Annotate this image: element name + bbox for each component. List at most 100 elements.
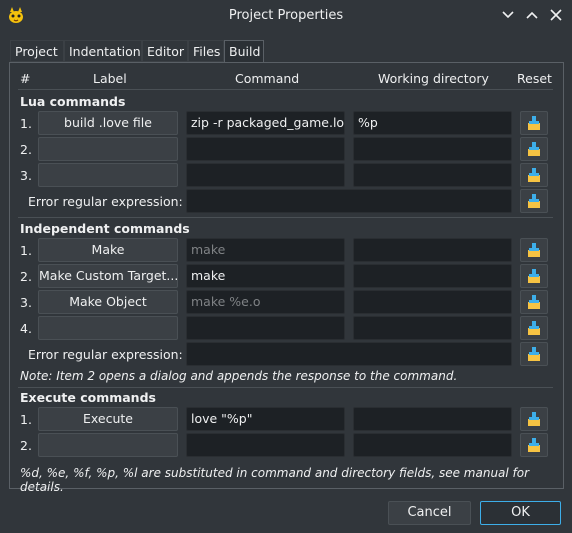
make-custom-target-button[interactable]: Make Custom Target... (38, 264, 178, 288)
independent-workdir-4-input[interactable] (353, 316, 512, 340)
lua-label-2-button[interactable] (38, 137, 178, 161)
row-number: 2. (20, 142, 32, 157)
column-header-command: Command (235, 71, 300, 86)
tab-build[interactable]: Build (224, 40, 264, 63)
make-object-workdir-input[interactable] (353, 290, 512, 314)
lua-workdir-2-input[interactable] (353, 137, 512, 161)
header-separator (18, 89, 553, 90)
lua-error-regex-label: Error regular expression: (28, 194, 183, 209)
execute-label-2-button[interactable] (38, 433, 178, 457)
tab-label: Editor (147, 44, 184, 59)
independent-label-4-button[interactable] (38, 316, 178, 340)
tab-files[interactable]: Files (188, 40, 224, 62)
tab-editor[interactable]: Editor (142, 40, 188, 62)
make-command-input[interactable]: make (186, 238, 345, 262)
row-number: 4. (20, 321, 32, 336)
clear-icon (528, 194, 540, 208)
clear-icon (528, 347, 540, 361)
cancel-button[interactable]: Cancel (388, 501, 471, 525)
execute-reset-1-button[interactable] (520, 407, 548, 431)
column-header-num: # (20, 71, 31, 86)
independent-note: Note: Item 2 opens a dialog and appends … (20, 369, 458, 383)
row-number: 1. (20, 243, 32, 258)
lua-workdir-3-input[interactable] (353, 163, 512, 187)
clear-icon (528, 412, 540, 426)
substitution-note: %d, %e, %f, %p, %l are substituted in co… (20, 466, 530, 494)
lua-error-reset-button[interactable] (520, 189, 548, 213)
maximize-button[interactable] (524, 7, 540, 23)
chevron-up-icon (526, 11, 538, 19)
cancel-label: Cancel (407, 505, 452, 520)
ok-label: OK (511, 505, 530, 520)
clear-icon (528, 269, 540, 283)
lua-workdir-1-input[interactable]: %p (353, 111, 512, 135)
execute-button[interactable]: Execute (38, 407, 178, 431)
ok-button[interactable]: OK (480, 501, 561, 525)
button-label: Make (91, 242, 125, 257)
independent-commands-title: Independent commands (20, 221, 190, 236)
independent-error-regex-label: Error regular expression: (28, 347, 183, 362)
lua-label-1-button[interactable]: build .love file (38, 111, 178, 135)
tab-project[interactable]: Project (10, 40, 64, 62)
clear-icon (528, 321, 540, 335)
row-number: 3. (20, 168, 32, 183)
lua-command-3-input[interactable] (186, 163, 345, 187)
make-object-command-input[interactable]: make %e.o (186, 290, 345, 314)
make-object-reset-button[interactable] (520, 290, 548, 314)
lua-command-2-input[interactable] (186, 137, 345, 161)
lua-reset-2-button[interactable] (520, 137, 548, 161)
tab-label: Files (193, 44, 221, 59)
independent-command-4-input[interactable] (186, 316, 345, 340)
close-button[interactable] (548, 7, 564, 23)
clear-icon (528, 295, 540, 309)
clear-icon (528, 438, 540, 452)
make-workdir-input[interactable] (353, 238, 512, 262)
lua-reset-3-button[interactable] (520, 163, 548, 187)
column-header-label: Label (93, 71, 127, 86)
row-number: 3. (20, 295, 32, 310)
chevron-down-icon (502, 11, 514, 19)
row-number: 2. (20, 438, 32, 453)
execute-workdir-2-input[interactable] (353, 433, 512, 457)
make-custom-command-input[interactable]: make (186, 264, 345, 288)
execute-commands-title: Execute commands (20, 390, 156, 405)
section-separator (18, 217, 553, 218)
button-label: Execute (83, 411, 133, 426)
make-reset-button[interactable] (520, 238, 548, 262)
execute-workdir-input[interactable] (353, 407, 512, 431)
column-header-workdir: Working directory (378, 71, 489, 86)
lua-error-regex-input[interactable] (186, 189, 512, 213)
minimize-button[interactable] (500, 7, 516, 23)
button-label: build .love file (64, 115, 152, 130)
tab-indentation[interactable]: Indentation (64, 40, 142, 62)
row-number: 2. (20, 269, 32, 284)
button-label: Make Custom Target... (39, 268, 178, 283)
independent-error-regex-input[interactable] (186, 342, 512, 366)
execute-command-2-input[interactable] (186, 433, 345, 457)
make-object-button[interactable]: Make Object (38, 290, 178, 314)
tab-label: Project (15, 44, 58, 59)
independent-reset-4-button[interactable] (520, 316, 548, 340)
clear-icon (528, 116, 540, 130)
lua-reset-1-button[interactable] (520, 111, 548, 135)
section-separator (18, 387, 553, 388)
lua-commands-title: Lua commands (20, 94, 126, 109)
close-icon (550, 9, 562, 21)
independent-error-reset-button[interactable] (520, 342, 548, 366)
tab-label: Indentation (69, 44, 141, 59)
clear-icon (528, 168, 540, 182)
make-custom-workdir-input[interactable] (353, 264, 512, 288)
clear-icon (528, 142, 540, 156)
lua-label-3-button[interactable] (38, 163, 178, 187)
execute-reset-2-button[interactable] (520, 433, 548, 457)
row-number: 1. (20, 116, 32, 131)
execute-command-input[interactable]: love "%p" (186, 407, 345, 431)
make-button[interactable]: Make (38, 238, 178, 262)
window-title: Project Properties (228, 8, 344, 23)
button-label: Make Object (69, 294, 147, 309)
lua-command-1-input[interactable]: zip -r packaged_game.love (186, 111, 345, 135)
row-number: 1. (20, 412, 32, 427)
column-header-reset: Reset (517, 71, 552, 86)
make-custom-reset-button[interactable] (520, 264, 548, 288)
tab-label: Build (229, 44, 261, 59)
